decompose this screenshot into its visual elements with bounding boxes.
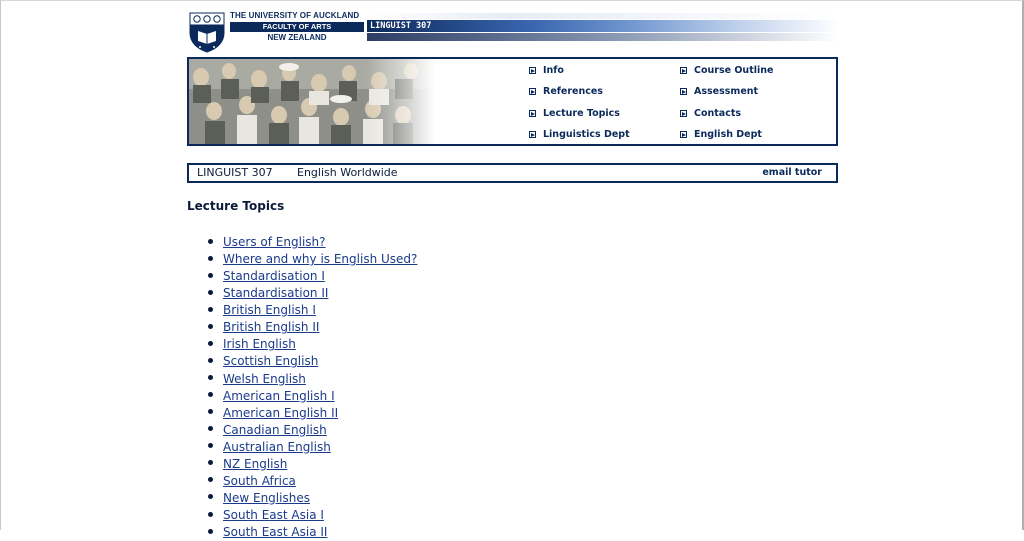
bullet-icon bbox=[208, 238, 213, 244]
nav-link-label: Info bbox=[543, 65, 564, 76]
nav-link-assessment[interactable]: Assessment bbox=[680, 86, 758, 97]
bullet-icon bbox=[208, 392, 213, 398]
topic-link[interactable]: NZ English bbox=[223, 457, 287, 471]
list-item: South East Asia I bbox=[187, 505, 417, 522]
nav-link-label: Course Outline bbox=[694, 65, 774, 76]
arrow-bullet-icon bbox=[529, 67, 536, 74]
faculty-name: FACULTY OF ARTS bbox=[230, 22, 364, 32]
list-item: Where and why is English Used? bbox=[187, 249, 417, 266]
bullet-icon bbox=[208, 511, 213, 517]
nav-link-linguistics-dept[interactable]: Linguistics Dept bbox=[529, 129, 630, 140]
list-item: South Africa bbox=[187, 471, 417, 488]
topic-link[interactable]: Irish English bbox=[223, 337, 296, 351]
topic-link[interactable]: Scottish English bbox=[223, 354, 318, 368]
bullet-icon bbox=[208, 272, 213, 278]
country-label: NEW ZEALAND bbox=[267, 33, 327, 42]
course-name: English Worldwide bbox=[297, 166, 398, 179]
topic-link[interactable]: South Africa bbox=[223, 474, 296, 488]
topic-link[interactable]: Welsh English bbox=[223, 372, 306, 386]
crowd-photo bbox=[189, 59, 435, 144]
topic-link[interactable]: South East Asia II bbox=[223, 525, 327, 539]
bullet-icon bbox=[208, 306, 213, 312]
list-item: American English II bbox=[187, 403, 417, 420]
topic-link[interactable]: Standardisation II bbox=[223, 286, 328, 300]
bullet-icon bbox=[208, 255, 213, 261]
list-item: Users of English? bbox=[187, 232, 417, 249]
lecture-topics-list: Users of English? Where and why is Engli… bbox=[187, 232, 417, 539]
list-item: Standardisation II bbox=[187, 283, 417, 300]
bullet-icon bbox=[208, 477, 213, 483]
arrow-bullet-icon bbox=[680, 110, 687, 117]
nav-link-english-dept[interactable]: English Dept bbox=[680, 129, 762, 140]
nav-panel: Info References Lecture Topics Linguisti… bbox=[187, 57, 838, 146]
nav-link-lecture-topics[interactable]: Lecture Topics bbox=[529, 108, 620, 119]
topic-link[interactable]: Where and why is English Used? bbox=[223, 252, 417, 266]
topic-link[interactable]: South East Asia I bbox=[223, 508, 324, 522]
nav-link-label: Assessment bbox=[694, 86, 759, 97]
arrow-bullet-icon bbox=[529, 131, 536, 138]
bullet-icon bbox=[208, 426, 213, 432]
topic-link[interactable]: British English II bbox=[223, 320, 319, 334]
list-item: Irish English bbox=[187, 334, 417, 351]
list-item: Welsh English bbox=[187, 369, 417, 386]
arrow-bullet-icon bbox=[529, 110, 536, 117]
banner-gradient-strip bbox=[367, 33, 839, 41]
bullet-icon bbox=[208, 375, 213, 380]
list-item: British English II bbox=[187, 317, 417, 334]
university-name: THE UNIVERSITY OF AUCKLAND bbox=[230, 11, 360, 20]
email-tutor-link[interactable]: email tutor bbox=[762, 167, 822, 178]
nav-link-label: References bbox=[543, 86, 603, 97]
bullet-icon bbox=[208, 340, 213, 346]
nav-link-references[interactable]: References bbox=[529, 86, 603, 97]
bullet-icon bbox=[208, 460, 213, 466]
course-banner: LINGUIST 307 bbox=[367, 20, 839, 32]
bullet-icon bbox=[208, 528, 213, 534]
nav-link-label: Lecture Topics bbox=[543, 108, 620, 119]
arrow-bullet-icon bbox=[680, 88, 687, 95]
banner-highlight bbox=[367, 13, 839, 19]
topic-link[interactable]: Users of English? bbox=[223, 235, 326, 249]
university-crest-logo bbox=[189, 12, 225, 53]
nav-link-course-outline[interactable]: Course Outline bbox=[680, 65, 773, 76]
bullet-icon bbox=[208, 289, 213, 295]
list-item: British English I bbox=[187, 300, 417, 317]
topic-link[interactable]: Standardisation I bbox=[223, 269, 325, 283]
bullet-icon bbox=[208, 357, 213, 363]
list-item: Scottish English bbox=[187, 351, 417, 368]
site-header: THE UNIVERSITY OF AUCKLAND FACULTY OF AR… bbox=[187, 10, 839, 54]
bullet-icon bbox=[208, 443, 213, 449]
bullet-icon bbox=[208, 494, 213, 500]
nav-link-info[interactable]: Info bbox=[529, 65, 564, 76]
list-item: New Englishes bbox=[187, 488, 417, 505]
list-item: NZ English bbox=[187, 454, 417, 471]
topic-link[interactable]: Australian English bbox=[223, 440, 331, 454]
bullet-icon bbox=[208, 323, 213, 329]
list-item: Australian English bbox=[187, 437, 417, 454]
list-item: South East Asia II bbox=[187, 522, 417, 539]
nav-link-label: Contacts bbox=[694, 108, 742, 119]
topic-link[interactable]: New Englishes bbox=[223, 491, 310, 505]
list-item: Standardisation I bbox=[187, 266, 417, 283]
topic-link[interactable]: American English II bbox=[223, 406, 338, 420]
topic-link[interactable]: American English I bbox=[223, 389, 335, 403]
list-item: American English I bbox=[187, 386, 417, 403]
page-title: Lecture Topics bbox=[187, 199, 285, 213]
bullet-icon bbox=[208, 409, 213, 415]
course-title-bar: LINGUIST 307 English Worldwide email tut… bbox=[187, 163, 838, 183]
topic-link[interactable]: British English I bbox=[223, 303, 316, 317]
topic-link[interactable]: Canadian English bbox=[223, 423, 327, 437]
arrow-bullet-icon bbox=[680, 131, 687, 138]
nav-link-label: English Dept bbox=[694, 129, 762, 140]
course-code: LINGUIST 307 bbox=[197, 166, 273, 179]
arrow-bullet-icon bbox=[680, 67, 687, 74]
nav-link-contacts[interactable]: Contacts bbox=[680, 108, 741, 119]
arrow-bullet-icon bbox=[529, 88, 536, 95]
list-item: Canadian English bbox=[187, 420, 417, 437]
nav-link-label: Linguistics Dept bbox=[543, 129, 630, 140]
